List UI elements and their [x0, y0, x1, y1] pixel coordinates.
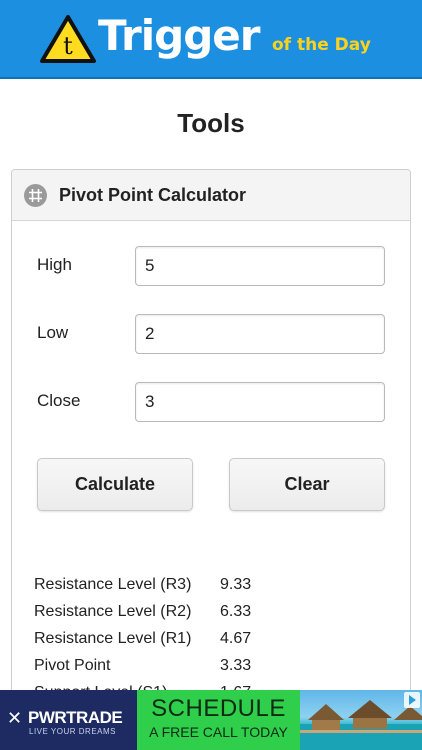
ad-brand: PWRTRADE: [28, 708, 123, 727]
low-input[interactable]: [135, 314, 385, 354]
high-label: High: [37, 255, 72, 274]
result-row: Resistance Level (R1) 4.67: [34, 630, 394, 652]
page-title: Tools: [177, 108, 245, 138]
result-label: Resistance Level (R2): [34, 603, 192, 620]
ad-tagline: LIVE YOUR DREAMS: [29, 727, 116, 736]
close-input[interactable]: [135, 382, 385, 422]
calculate-button[interactable]: Calculate: [37, 458, 193, 511]
low-label: Low: [37, 323, 69, 342]
app-header: t Trigger of the Day: [0, 0, 422, 79]
adchoices-icon[interactable]: [404, 692, 420, 708]
ad-cta-main: SCHEDULE: [151, 695, 286, 722]
grid-icon: [24, 184, 47, 207]
result-label: Pivot Point: [34, 657, 111, 674]
logo-letter: t: [63, 32, 73, 60]
ad-banner[interactable]: ✕ PWRTRADE LIVE YOUR DREAMS SCHEDULE A F…: [0, 690, 422, 750]
ad-brand-block[interactable]: ✕ PWRTRADE LIVE YOUR DREAMS: [0, 690, 137, 750]
result-label: Resistance Level (R1): [34, 630, 192, 647]
result-row: Resistance Level (R3) 9.33: [34, 576, 394, 598]
clear-button[interactable]: Clear: [229, 458, 385, 511]
pwrtrade-logo-icon: ✕: [7, 708, 23, 728]
ad-cta-sub: A FREE CALL TODAY: [149, 724, 288, 740]
close-label: Close: [37, 391, 81, 410]
high-input[interactable]: [135, 246, 385, 286]
result-value: 9.33: [220, 576, 252, 593]
result-value: 3.33: [220, 657, 252, 674]
ad-cta-button[interactable]: SCHEDULE A FREE CALL TODAY: [137, 690, 300, 750]
result-value: 6.33: [220, 603, 252, 620]
result-value: 4.67: [220, 630, 252, 647]
result-label: Resistance Level (R3): [34, 576, 192, 593]
trigger-logo-icon[interactable]: t: [40, 14, 96, 64]
pivot-point-calculator-panel: Pivot Point Calculator High Low Close Ca…: [11, 169, 411, 729]
result-row: Resistance Level (R2) 6.33: [34, 603, 394, 625]
brand-name: Trigger: [98, 11, 260, 60]
ad-beach-image[interactable]: [300, 690, 422, 750]
result-row: Pivot Point 3.33: [34, 657, 394, 679]
brand-suffix: of the Day: [272, 35, 371, 55]
panel-title: Pivot Point Calculator: [59, 185, 247, 205]
panel-header: Pivot Point Calculator: [12, 170, 410, 221]
